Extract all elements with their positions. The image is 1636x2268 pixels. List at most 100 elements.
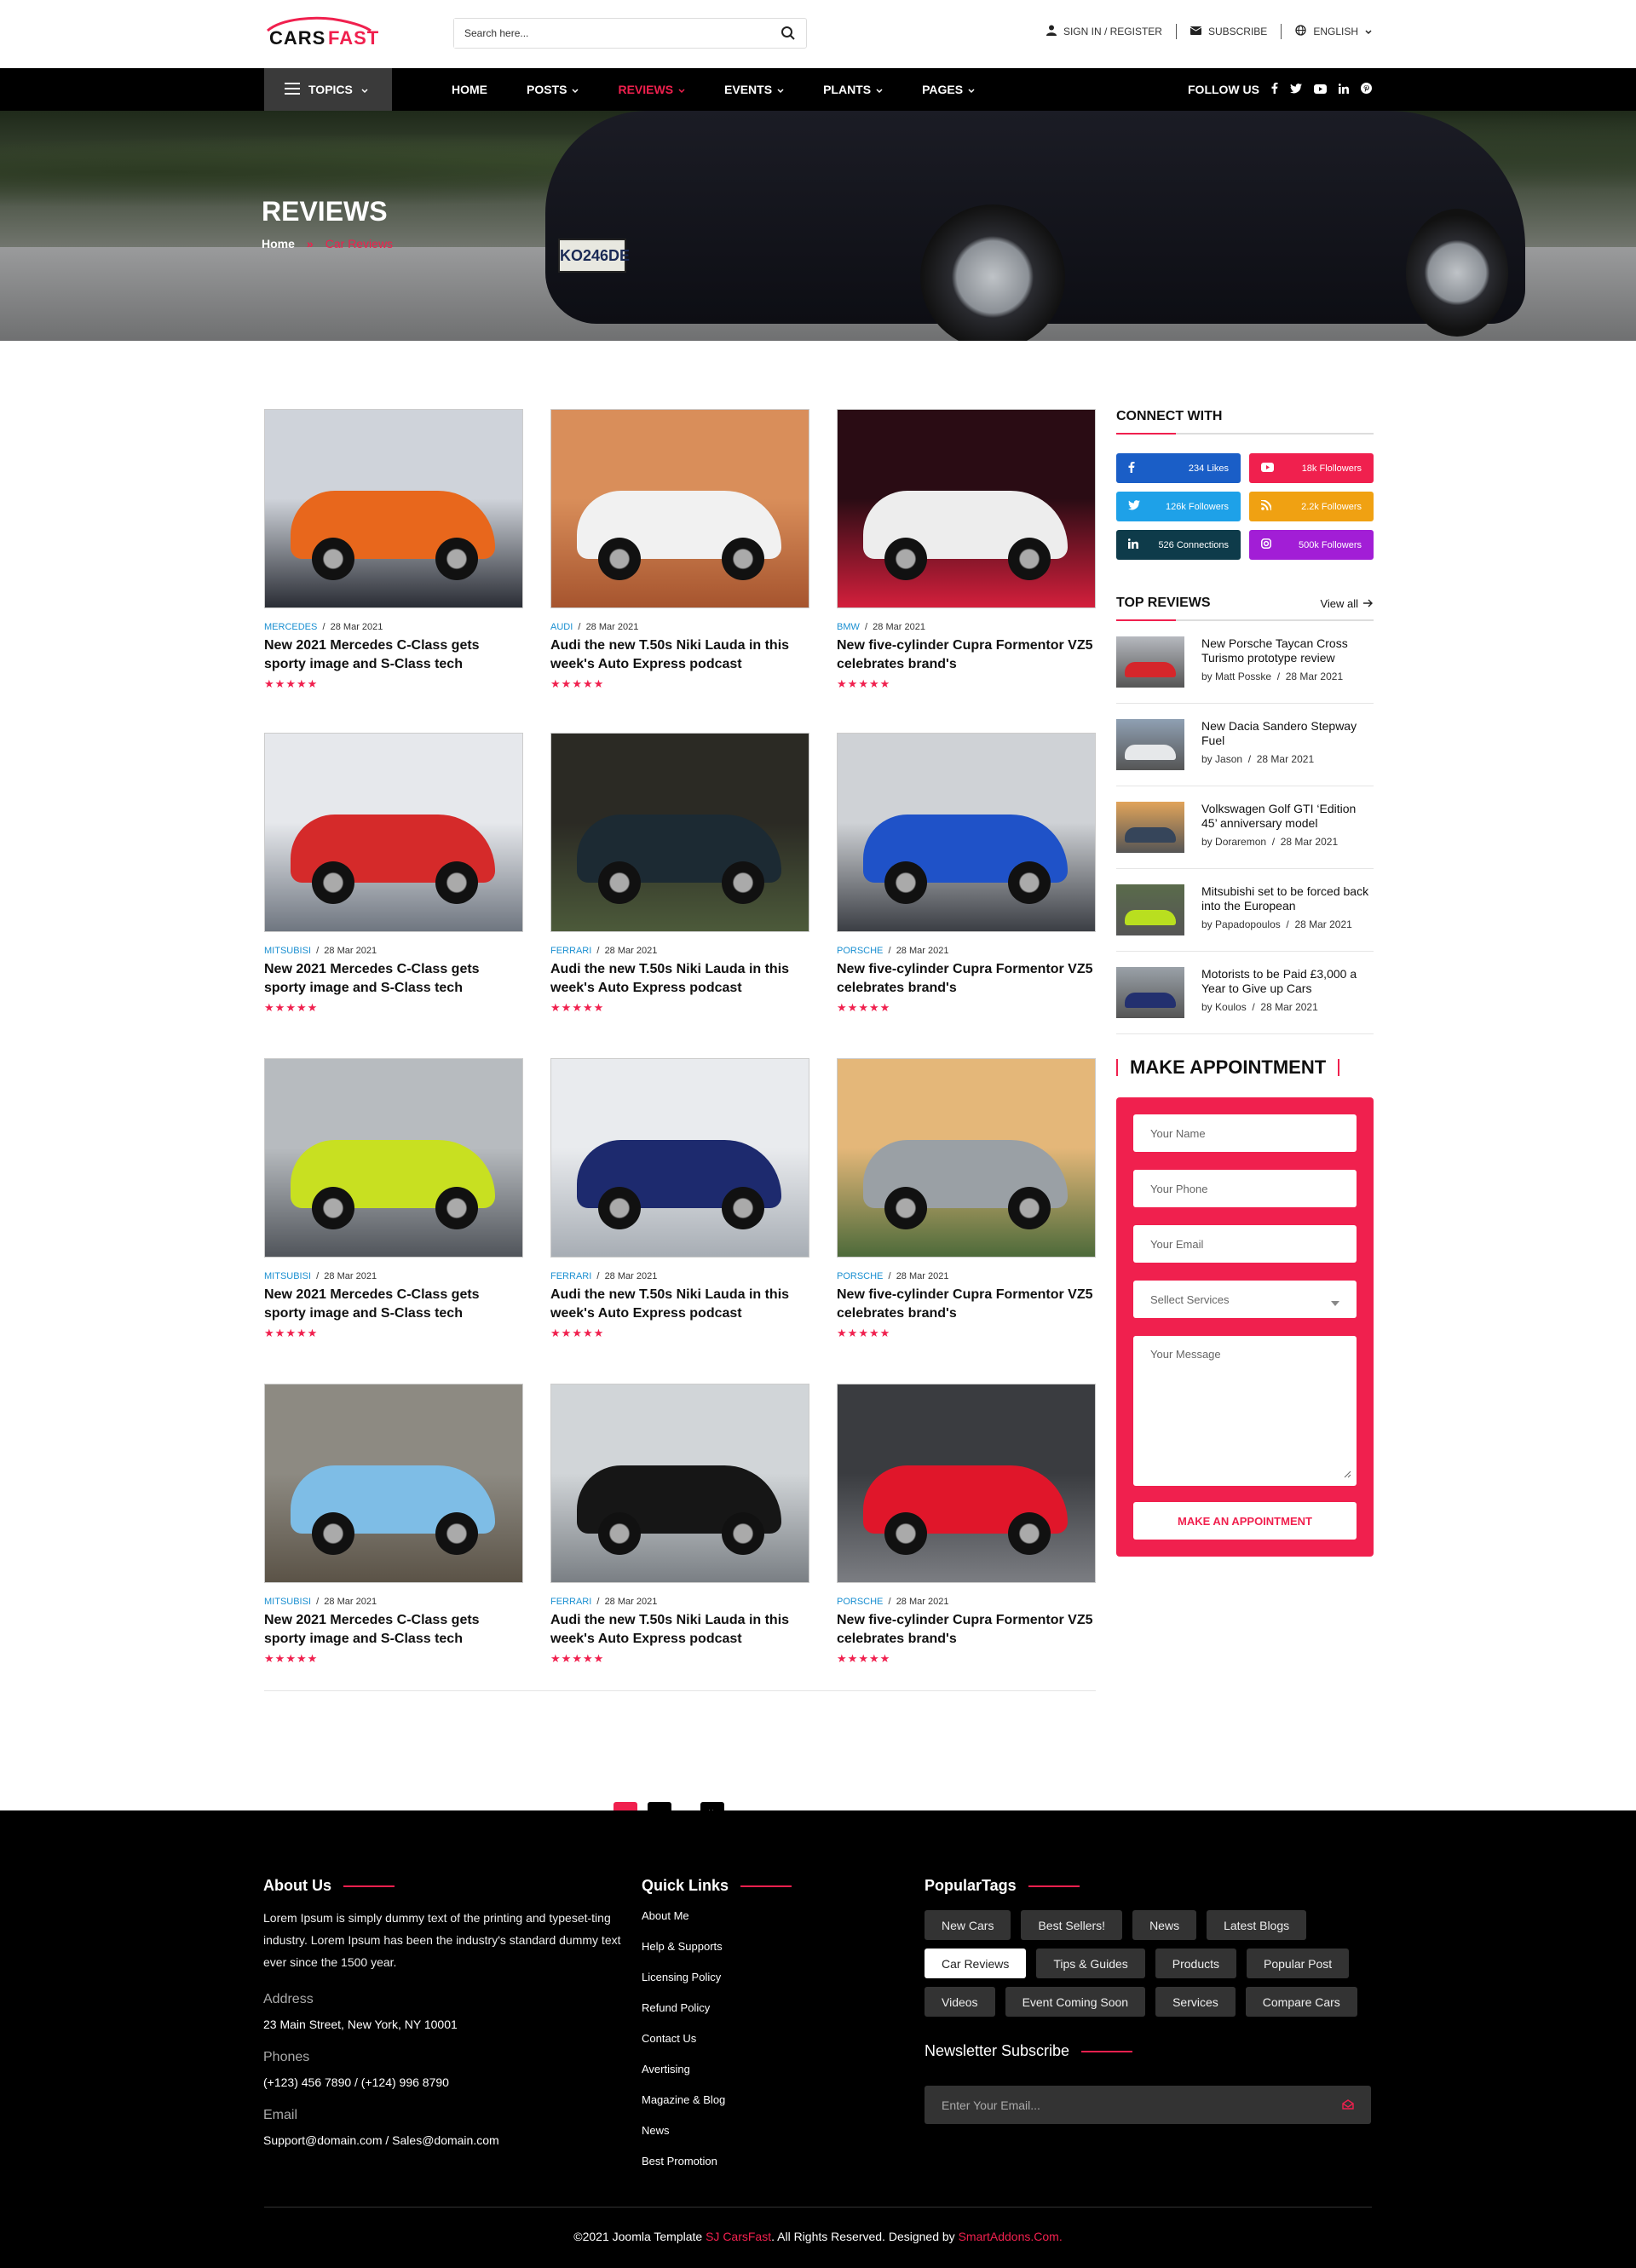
- facebook-button[interactable]: 234 Likes: [1116, 453, 1241, 483]
- top-review-title[interactable]: Mitsubishi set to be forced back into th…: [1201, 884, 1374, 913]
- review-category[interactable]: BMW: [837, 622, 860, 632]
- top-review-thumbnail[interactable]: [1116, 636, 1184, 688]
- review-card[interactable]: BMW / 28 Mar 2021 New five-cylinder Cupr…: [837, 409, 1096, 691]
- review-title[interactable]: New five-cylinder Cupra Formentor VZ5 ce…: [837, 1286, 1096, 1323]
- top-review-thumbnail[interactable]: [1116, 802, 1184, 853]
- review-card[interactable]: MITSUBISI / 28 Mar 2021 New 2021 Mercede…: [264, 1384, 523, 1666]
- rss-button[interactable]: 2.2k Followers: [1249, 492, 1374, 521]
- review-card[interactable]: FERRARI / 28 Mar 2021 Audi the new T.50s…: [550, 733, 809, 1015]
- review-thumbnail[interactable]: [550, 409, 809, 608]
- designer-link[interactable]: SmartAddons.Com.: [959, 2230, 1063, 2243]
- nav-item-events[interactable]: EVENTS: [724, 83, 784, 96]
- youtube-icon[interactable]: [1314, 83, 1327, 96]
- quick-link[interactable]: Licensing Policy: [642, 1963, 855, 1992]
- review-thumbnail[interactable]: [550, 1384, 809, 1583]
- brand-link[interactable]: SJ CarsFast: [706, 2230, 771, 2243]
- tag-button[interactable]: Videos: [925, 1987, 995, 2017]
- review-category[interactable]: FERRARI: [550, 946, 591, 956]
- quick-link[interactable]: Best Promotion: [642, 2147, 855, 2176]
- quick-link[interactable]: Avertising: [642, 2055, 855, 2084]
- review-thumbnail[interactable]: [264, 409, 523, 608]
- review-title[interactable]: Audi the new T.50s Niki Lauda in this we…: [550, 636, 809, 674]
- tag-button[interactable]: Services: [1155, 1987, 1236, 2017]
- tag-button[interactable]: Products: [1155, 1949, 1237, 1978]
- nav-item-plants[interactable]: PLANTS: [823, 83, 883, 96]
- review-title[interactable]: New 2021 Mercedes C-Class gets sporty im…: [264, 636, 523, 674]
- twitter-button[interactable]: 126k Followers: [1116, 492, 1241, 521]
- top-review-item[interactable]: Mitsubishi set to be forced back into th…: [1116, 869, 1374, 952]
- review-thumbnail[interactable]: [837, 409, 1096, 608]
- email-field[interactable]: Your Email: [1133, 1225, 1357, 1263]
- search-icon[interactable]: [781, 26, 796, 45]
- view-all-link[interactable]: View all: [1320, 596, 1374, 611]
- review-category[interactable]: PORSCHE: [837, 1597, 883, 1607]
- review-title[interactable]: Audi the new T.50s Niki Lauda in this we…: [550, 1611, 809, 1649]
- newsletter-email-input[interactable]: Enter Your Email...: [925, 2086, 1371, 2124]
- review-card[interactable]: PORSCHE / 28 Mar 2021 New five-cylinder …: [837, 733, 1096, 1015]
- author-name[interactable]: Papadopoulos: [1215, 918, 1281, 930]
- site-logo[interactable]: CARS FAST: [264, 12, 392, 55]
- top-review-item[interactable]: New Dacia Sandero Stepway Fuel by Jason …: [1116, 704, 1374, 786]
- review-title[interactable]: New five-cylinder Cupra Formentor VZ5 ce…: [837, 1611, 1096, 1649]
- resize-handle-icon[interactable]: [1344, 1468, 1351, 1481]
- review-card[interactable]: PORSCHE / 28 Mar 2021 New five-cylinder …: [837, 1058, 1096, 1340]
- author-name[interactable]: Koulos: [1215, 1001, 1247, 1013]
- top-review-title[interactable]: Motorists to be Paid £3,000 a Year to Gi…: [1201, 967, 1374, 996]
- breadcrumb-home[interactable]: Home: [262, 237, 295, 250]
- author-name[interactable]: Doraremon: [1215, 836, 1266, 848]
- review-card[interactable]: MITSUBISI / 28 Mar 2021 New 2021 Mercede…: [264, 733, 523, 1015]
- review-title[interactable]: New 2021 Mercedes C-Class gets sporty im…: [264, 1611, 523, 1649]
- review-card[interactable]: MERCEDES / 28 Mar 2021 New 2021 Mercedes…: [264, 409, 523, 691]
- tag-button[interactable]: Car Reviews: [925, 1949, 1027, 1978]
- sign-in-link[interactable]: SIGN IN / REGISTER: [1033, 25, 1176, 38]
- nav-item-pages[interactable]: PAGES: [922, 83, 975, 96]
- nav-item-reviews[interactable]: REVIEWS: [618, 83, 685, 96]
- top-review-title[interactable]: New Porsche Taycan Cross Turismo prototy…: [1201, 636, 1374, 665]
- tag-button[interactable]: Tips & Guides: [1036, 1949, 1145, 1978]
- facebook-icon[interactable]: [1271, 83, 1278, 96]
- language-selector[interactable]: ENGLISH: [1282, 25, 1372, 38]
- review-thumbnail[interactable]: [264, 1058, 523, 1258]
- tag-button[interactable]: News: [1132, 1910, 1197, 1940]
- nav-item-posts[interactable]: POSTS: [527, 83, 579, 96]
- top-review-title[interactable]: Volkswagen Golf GTI ‘Edition 45’ anniver…: [1201, 802, 1374, 831]
- youtube-button[interactable]: 18k Flollowers: [1249, 453, 1374, 483]
- top-review-thumbnail[interactable]: [1116, 719, 1184, 770]
- quick-link[interactable]: Refund Policy: [642, 1994, 855, 2023]
- top-review-item[interactable]: New Porsche Taycan Cross Turismo prototy…: [1116, 621, 1374, 704]
- review-thumbnail[interactable]: [550, 733, 809, 932]
- review-card[interactable]: MITSUBISI / 28 Mar 2021 New 2021 Mercede…: [264, 1058, 523, 1340]
- tag-button[interactable]: Latest Blogs: [1207, 1910, 1307, 1940]
- review-category[interactable]: MITSUBISI: [264, 946, 311, 956]
- review-thumbnail[interactable]: [550, 1058, 809, 1258]
- instagram-button[interactable]: 500k Followers: [1249, 530, 1374, 560]
- make-appointment-button[interactable]: MAKE AN APPOINTMENT: [1133, 1502, 1357, 1540]
- message-textarea[interactable]: Your Message: [1133, 1336, 1357, 1486]
- twitter-icon[interactable]: [1290, 83, 1302, 96]
- envelope-open-icon[interactable]: [1342, 2098, 1354, 2112]
- pinterest-icon[interactable]: [1361, 83, 1372, 96]
- review-card[interactable]: PORSCHE / 28 Mar 2021 New five-cylinder …: [837, 1384, 1096, 1666]
- phone-field[interactable]: Your Phone: [1133, 1170, 1357, 1207]
- review-title[interactable]: Audi the new T.50s Niki Lauda in this we…: [550, 1286, 809, 1323]
- review-category[interactable]: MITSUBISI: [264, 1597, 311, 1607]
- review-card[interactable]: FERRARI / 28 Mar 2021 Audi the new T.50s…: [550, 1058, 809, 1340]
- search-input[interactable]: [454, 19, 761, 48]
- review-title[interactable]: Audi the new T.50s Niki Lauda in this we…: [550, 960, 809, 998]
- top-review-title[interactable]: New Dacia Sandero Stepway Fuel: [1201, 719, 1374, 748]
- nav-item-home[interactable]: HOME: [452, 83, 487, 96]
- quick-link[interactable]: Help & Supports: [642, 1932, 855, 1961]
- review-title[interactable]: New five-cylinder Cupra Formentor VZ5 ce…: [837, 960, 1096, 998]
- tag-button[interactable]: Best Sellers!: [1021, 1910, 1123, 1940]
- review-thumbnail[interactable]: [264, 733, 523, 932]
- tag-button[interactable]: Popular Post: [1247, 1949, 1350, 1978]
- review-category[interactable]: FERRARI: [550, 1597, 591, 1607]
- review-card[interactable]: FERRARI / 28 Mar 2021 Audi the new T.50s…: [550, 1384, 809, 1666]
- review-thumbnail[interactable]: [837, 1058, 1096, 1258]
- review-thumbnail[interactable]: [837, 733, 1096, 932]
- quick-link[interactable]: About Me: [642, 1902, 855, 1931]
- review-title[interactable]: New 2021 Mercedes C-Class gets sporty im…: [264, 1286, 523, 1323]
- review-category[interactable]: MITSUBISI: [264, 1271, 311, 1281]
- quick-link[interactable]: Magazine & Blog: [642, 2086, 855, 2115]
- top-review-thumbnail[interactable]: [1116, 884, 1184, 935]
